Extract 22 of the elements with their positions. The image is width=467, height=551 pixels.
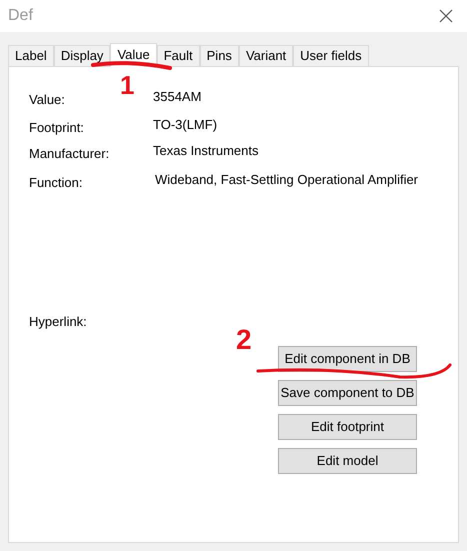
field-value: Wideband, Fast-Settling Operational Amplifier	[154, 171, 418, 189]
field-label: Manufacturer:	[29, 145, 110, 163]
tab[interactable]: Fault	[156, 45, 200, 66]
tab[interactable]: Pins	[200, 45, 239, 66]
tab[interactable]: Label	[8, 45, 54, 66]
action-button[interactable]: Edit footprint	[278, 414, 417, 440]
field-label: Value:	[29, 91, 66, 109]
annotation-number: 1	[120, 72, 134, 98]
field-label: Hyperlink:	[29, 313, 88, 331]
field-label: Footprint:	[29, 119, 85, 137]
field-value: Texas Instruments	[153, 142, 258, 160]
action-button[interactable]: Save component to DB	[278, 380, 417, 406]
field-label: Function:	[29, 174, 84, 192]
tab[interactable]: User fields	[293, 45, 369, 66]
field-value: 3554AM	[153, 88, 202, 106]
field-value: TO-3(LMF)	[153, 116, 218, 134]
window-title: Def	[8, 6, 33, 26]
tab[interactable]: Variant	[238, 45, 294, 66]
action-button[interactable]: Edit component in DB	[278, 346, 417, 372]
annotation-number: 2	[236, 326, 252, 354]
action-button[interactable]: Edit model	[278, 448, 417, 474]
tab[interactable]: Display	[54, 45, 110, 66]
